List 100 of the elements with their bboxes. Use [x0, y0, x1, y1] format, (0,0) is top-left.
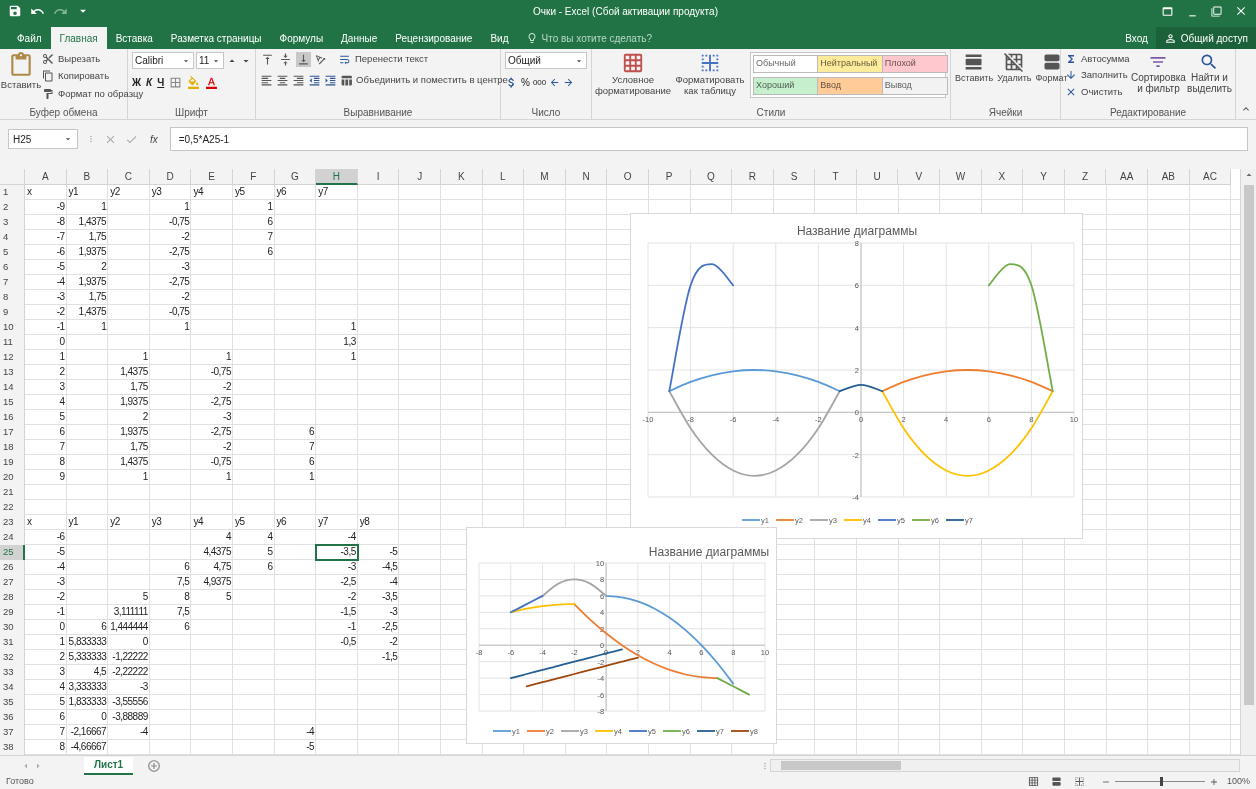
row-header[interactable]: 8 — [0, 290, 25, 305]
font-color-icon[interactable] — [205, 76, 219, 89]
column-header[interactable]: A — [25, 169, 67, 185]
person-icon[interactable] — [1163, 31, 1177, 45]
column-header[interactable]: F — [232, 169, 275, 185]
restore-icon[interactable] — [1211, 5, 1222, 17]
column-header[interactable]: K — [440, 169, 483, 185]
column-header[interactable]: H — [316, 169, 358, 185]
align-center-icon[interactable] — [276, 73, 289, 87]
column-header[interactable]: AC — [1189, 169, 1232, 185]
column-header[interactable]: D — [149, 169, 192, 185]
sign-in-link[interactable]: Вход — [1117, 27, 1156, 49]
column-header[interactable]: Y — [1023, 169, 1065, 185]
column-header[interactable]: AB — [1148, 169, 1190, 185]
column-header[interactable]: B — [66, 169, 109, 185]
fill-button[interactable]: Заполнить — [1081, 68, 1128, 83]
row-header[interactable]: 37 — [0, 725, 25, 740]
fill-color-icon[interactable] — [187, 76, 201, 89]
clear-button[interactable]: Очистить — [1081, 84, 1123, 99]
vertical-align-button[interactable] — [260, 52, 275, 67]
align-left-icon[interactable] — [260, 73, 273, 87]
vertical-scrollbar[interactable] — [1240, 169, 1256, 755]
column-header[interactable]: C — [108, 169, 150, 185]
lightbulb-icon[interactable] — [525, 32, 538, 44]
copy-icon[interactable] — [42, 70, 54, 83]
row-header[interactable]: 15 — [0, 395, 25, 410]
normal-view-icon[interactable] — [1027, 776, 1039, 787]
row-header[interactable]: 26 — [0, 560, 25, 575]
column-header[interactable]: U — [856, 169, 899, 185]
row-header[interactable]: 23 — [0, 515, 25, 530]
column-header[interactable]: E — [191, 169, 233, 185]
column-header[interactable]: L — [482, 169, 525, 185]
conditional-format-icon[interactable] — [622, 52, 644, 74]
column-header[interactable]: I — [357, 169, 400, 185]
row-header[interactable]: 9 — [0, 305, 25, 320]
row-header[interactable]: 36 — [0, 710, 25, 725]
row-header[interactable]: 6 — [0, 260, 25, 275]
cell-style-swatch[interactable]: Вывод — [881, 76, 948, 95]
column-header[interactable]: X — [981, 169, 1024, 185]
row-header[interactable]: 18 — [0, 440, 25, 455]
merge-center-button[interactable]: Объединить и поместить в центре — [356, 73, 508, 88]
find-select-button[interactable]: Найти и выделить — [1187, 72, 1232, 94]
scrollbar-thumb[interactable] — [1243, 185, 1254, 705]
align-right-icon[interactable] — [292, 73, 305, 87]
row-header[interactable]: 32 — [0, 650, 25, 665]
indent-decrease-icon[interactable] — [308, 73, 321, 87]
column-header[interactable]: V — [898, 169, 941, 185]
row-header[interactable]: 13 — [0, 365, 25, 380]
cell-style-swatch[interactable]: Обычный — [753, 55, 819, 73]
row-header[interactable]: 4 — [0, 230, 25, 245]
row-header[interactable]: 3 — [0, 215, 25, 230]
cells-button[interactable]: Формат — [1035, 72, 1068, 86]
cells-button[interactable]: Удалить — [997, 72, 1032, 86]
tell-me-field[interactable]: Что вы хотите сделать? — [541, 30, 702, 46]
sigma-icon[interactable] — [1065, 53, 1077, 66]
page-break-icon[interactable] — [1073, 776, 1085, 787]
column-header[interactable]: Z — [1064, 169, 1107, 185]
row-header[interactable]: 2 — [0, 200, 25, 215]
ribbon-display-icon[interactable] — [1161, 4, 1174, 18]
paste-icon[interactable] — [8, 52, 34, 78]
row-header[interactable]: 11 — [0, 335, 25, 350]
row-header[interactable]: 21 — [0, 485, 25, 500]
column-header[interactable]: Q — [690, 169, 733, 185]
vertical-align-button[interactable] — [296, 52, 311, 67]
row-header[interactable]: 16 — [0, 410, 25, 425]
cells-icon[interactable] — [964, 52, 985, 72]
percent-button[interactable]: % — [521, 75, 530, 90]
row-header[interactable]: 7 — [0, 275, 25, 290]
row-header[interactable]: 5 — [0, 245, 25, 260]
ribbon-tab[interactable]: Файл — [8, 27, 51, 49]
column-header[interactable]: P — [648, 169, 691, 185]
cut-button[interactable]: Вырезать — [58, 52, 101, 67]
autosum-button[interactable]: Автосумма — [1081, 52, 1130, 67]
conditional-format-button[interactable]: Условное форматирование — [594, 74, 672, 96]
column-header[interactable]: M — [524, 169, 566, 185]
row-header[interactable]: 22 — [0, 500, 25, 515]
cells-button[interactable]: Вставить — [955, 72, 994, 86]
vertical-align-button[interactable] — [278, 52, 293, 67]
row-header[interactable]: 30 — [0, 620, 25, 635]
add-sheet-icon[interactable] — [147, 758, 162, 773]
row-header[interactable]: 28 — [0, 590, 25, 605]
cells-icon[interactable] — [1004, 52, 1025, 72]
row-header[interactable]: 14 — [0, 380, 25, 395]
cell-style-swatch[interactable]: Плохой — [881, 55, 948, 73]
horizontal-scrollbar[interactable] — [770, 759, 1240, 772]
column-header[interactable]: R — [732, 169, 774, 185]
close-icon[interactable] — [1234, 4, 1248, 18]
underline-button[interactable]: Ч — [157, 75, 165, 90]
cell-style-swatch[interactable]: Хороший — [753, 76, 819, 95]
italic-button[interactable]: К — [146, 75, 153, 90]
sheet-tab[interactable]: Лист1 — [84, 756, 134, 775]
ribbon-tab[interactable]: Рецензирование — [386, 27, 482, 49]
formula-field[interactable]: =0,5*A25-1 — [169, 127, 1248, 151]
column-header[interactable]: AA — [1106, 169, 1149, 185]
row-header[interactable]: 24 — [0, 530, 25, 545]
row-header[interactable]: 1 — [0, 185, 25, 200]
row-header[interactable]: 29 — [0, 605, 25, 620]
paintbrush-icon[interactable] — [42, 87, 54, 100]
row-header[interactable]: 17 — [0, 425, 25, 440]
indent-increase-icon[interactable] — [324, 73, 337, 87]
